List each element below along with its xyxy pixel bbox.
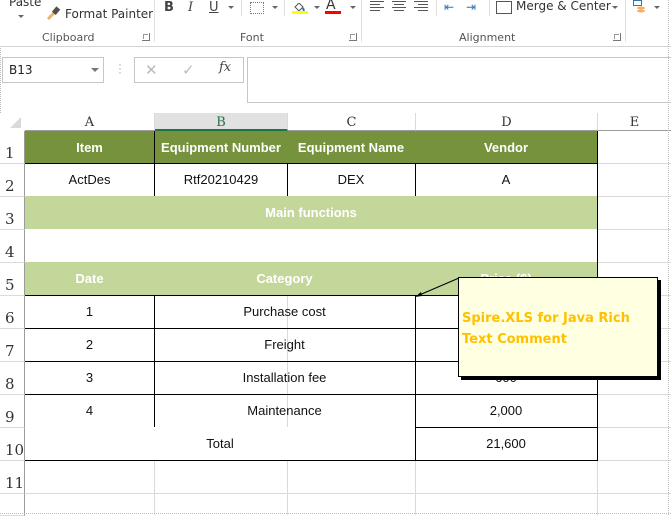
page-border <box>668 0 670 515</box>
comment-arrow-line <box>416 277 460 297</box>
comment-text[interactable]: Spire.XLS for Java Rich Text Comment <box>462 308 658 350</box>
comment-connector <box>415 277 460 297</box>
cell-comment-box[interactable]: Spire.XLS for Java Rich Text Comment <box>458 277 658 377</box>
comment-arrow-head <box>415 292 422 297</box>
